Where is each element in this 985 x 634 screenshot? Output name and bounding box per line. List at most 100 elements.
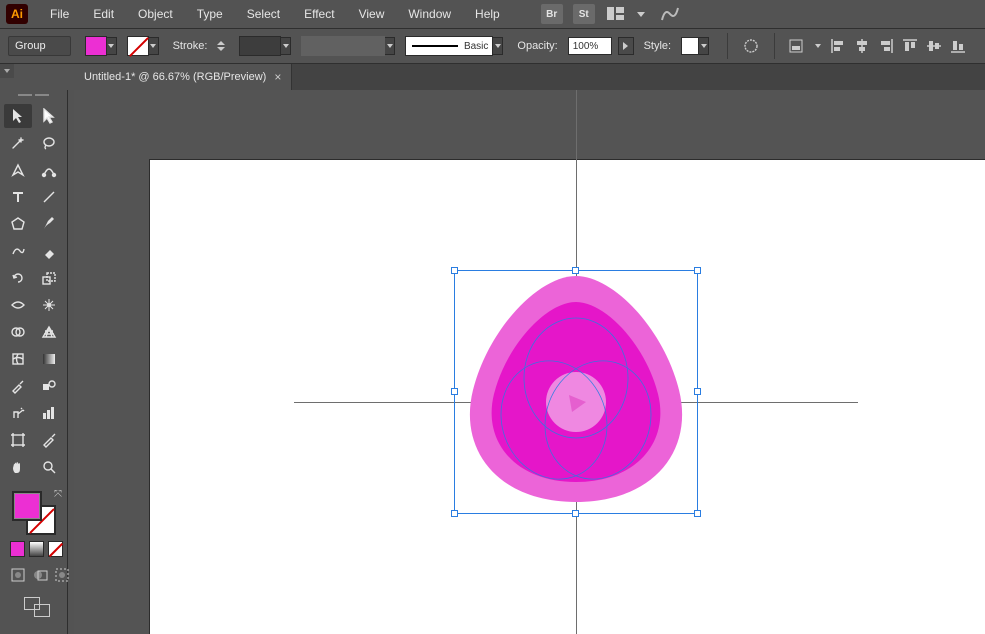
menu-view[interactable]: View <box>349 3 395 25</box>
perspective-grid-tool[interactable] <box>35 320 63 344</box>
resize-handle-mr[interactable] <box>694 388 701 395</box>
align-right-icon[interactable] <box>877 37 895 55</box>
bridge-icon[interactable]: Br <box>541 4 563 24</box>
shape-builder-tool[interactable] <box>4 320 32 344</box>
draw-normal-icon[interactable] <box>10 567 28 583</box>
align-vcenter-icon[interactable] <box>925 37 943 55</box>
lasso-tool[interactable] <box>35 131 63 155</box>
chevron-down-icon[interactable] <box>637 12 645 17</box>
menu-effect[interactable]: Effect <box>294 3 344 25</box>
magic-wand-tool[interactable] <box>4 131 32 155</box>
menu-bar: Ai File Edit Object Type Select Effect V… <box>0 0 985 28</box>
gpu-preview-icon[interactable] <box>659 4 681 24</box>
line-segment-tool[interactable] <box>35 185 63 209</box>
app-logo: Ai <box>6 4 28 24</box>
draw-inside-icon[interactable] <box>54 567 72 583</box>
resize-handle-tl[interactable] <box>451 267 458 274</box>
rectangle-tool[interactable] <box>4 212 32 236</box>
chevron-down-icon[interactable] <box>813 37 823 55</box>
slice-tool[interactable] <box>35 428 63 452</box>
recolor-artwork-icon[interactable] <box>742 37 760 55</box>
gradient-tool[interactable] <box>35 347 63 371</box>
type-tool[interactable] <box>4 185 32 209</box>
scale-tool[interactable] <box>35 266 63 290</box>
artboard-tool[interactable] <box>4 428 32 452</box>
swap-fill-stroke-icon[interactable]: ⤧ <box>54 489 62 500</box>
stock-icon[interactable]: St <box>573 4 595 24</box>
resize-handle-tr[interactable] <box>694 267 701 274</box>
pen-tool[interactable] <box>4 158 32 182</box>
menu-help[interactable]: Help <box>465 3 510 25</box>
brush-label: Basic <box>464 41 488 52</box>
menu-file[interactable]: File <box>40 3 79 25</box>
menu-object[interactable]: Object <box>128 3 183 25</box>
stroke-weight-stepper[interactable] <box>217 37 231 55</box>
menu-edit[interactable]: Edit <box>83 3 124 25</box>
menu-select[interactable]: Select <box>237 3 290 25</box>
width-tool[interactable] <box>4 293 32 317</box>
fill-color-icon[interactable] <box>12 491 42 521</box>
align-hcenter-icon[interactable] <box>853 37 871 55</box>
panel-collapse-icon[interactable] <box>0 64 14 78</box>
opacity-label: Opacity: <box>517 40 557 52</box>
align-top-icon[interactable] <box>901 37 919 55</box>
none-mode-icon[interactable] <box>48 541 63 557</box>
resize-handle-bm[interactable] <box>572 510 579 517</box>
brush-definition-dropdown[interactable]: Basic <box>405 36 503 56</box>
column-graph-tool[interactable] <box>35 401 63 425</box>
stroke-color-dropdown[interactable] <box>127 36 159 56</box>
direct-selection-tool[interactable] <box>35 104 63 128</box>
document-tab[interactable]: Untitled-1* @ 66.67% (RGB/Preview) × <box>74 64 292 90</box>
variable-width-profile-dropdown[interactable] <box>301 36 395 56</box>
fill-stroke-color-control[interactable]: ⤧ <box>12 491 56 535</box>
zoom-tool[interactable] <box>35 455 63 479</box>
document-tab-title: Untitled-1* @ 66.67% (RGB/Preview) <box>84 71 266 83</box>
arrange-documents-icon[interactable] <box>605 4 627 24</box>
gradient-mode-icon[interactable] <box>29 541 44 557</box>
fill-color-dropdown[interactable] <box>85 36 117 56</box>
align-bottom-icon[interactable] <box>949 37 967 55</box>
align-to-dropdown[interactable] <box>789 37 807 55</box>
stroke-label: Stroke: <box>173 40 208 52</box>
shaper-tool[interactable] <box>4 239 32 263</box>
canvas-area[interactable] <box>74 90 985 634</box>
menu-window[interactable]: Window <box>398 3 461 25</box>
selection-mode-dropdown[interactable]: Group <box>8 36 71 56</box>
style-label: Style: <box>644 40 672 52</box>
blend-tool[interactable] <box>35 374 63 398</box>
draw-behind-icon[interactable] <box>32 567 50 583</box>
color-mode-icon[interactable] <box>10 541 25 557</box>
screen-mode-icon[interactable] <box>24 597 50 617</box>
curvature-tool[interactable] <box>35 158 63 182</box>
selection-tool[interactable] <box>4 104 32 128</box>
selection-bounding-box[interactable] <box>454 270 698 514</box>
resize-handle-br[interactable] <box>694 510 701 517</box>
resize-handle-ml[interactable] <box>451 388 458 395</box>
free-transform-tool[interactable] <box>35 293 63 317</box>
symbol-sprayer-tool[interactable] <box>4 401 32 425</box>
control-bar: Group Stroke: Basic Opacity: 100% Style: <box>0 28 985 64</box>
tool-panel: ⤧ <box>0 90 68 634</box>
opacity-input[interactable]: 100% <box>568 37 612 55</box>
align-left-icon[interactable] <box>829 37 847 55</box>
color-mode-row <box>10 541 63 557</box>
divider <box>774 33 775 59</box>
menu-type[interactable]: Type <box>187 3 233 25</box>
mesh-tool[interactable] <box>4 347 32 371</box>
resize-handle-bl[interactable] <box>451 510 458 517</box>
chevron-down-icon <box>107 37 117 55</box>
rotate-tool[interactable] <box>4 266 32 290</box>
stroke-weight-dropdown[interactable] <box>239 36 291 56</box>
resize-handle-tm[interactable] <box>572 267 579 274</box>
close-icon[interactable]: × <box>274 70 281 84</box>
opacity-arrow-button[interactable] <box>618 37 634 55</box>
hand-tool[interactable] <box>4 455 32 479</box>
graphic-style-dropdown[interactable] <box>681 37 709 55</box>
divider <box>727 33 728 59</box>
eyedropper-tool[interactable] <box>4 374 32 398</box>
eraser-tool[interactable] <box>35 239 63 263</box>
draw-mode-row <box>10 567 63 583</box>
document-tab-strip: Untitled-1* @ 66.67% (RGB/Preview) × <box>74 64 985 90</box>
fill-swatch-icon <box>85 36 107 56</box>
paintbrush-tool[interactable] <box>35 212 63 236</box>
